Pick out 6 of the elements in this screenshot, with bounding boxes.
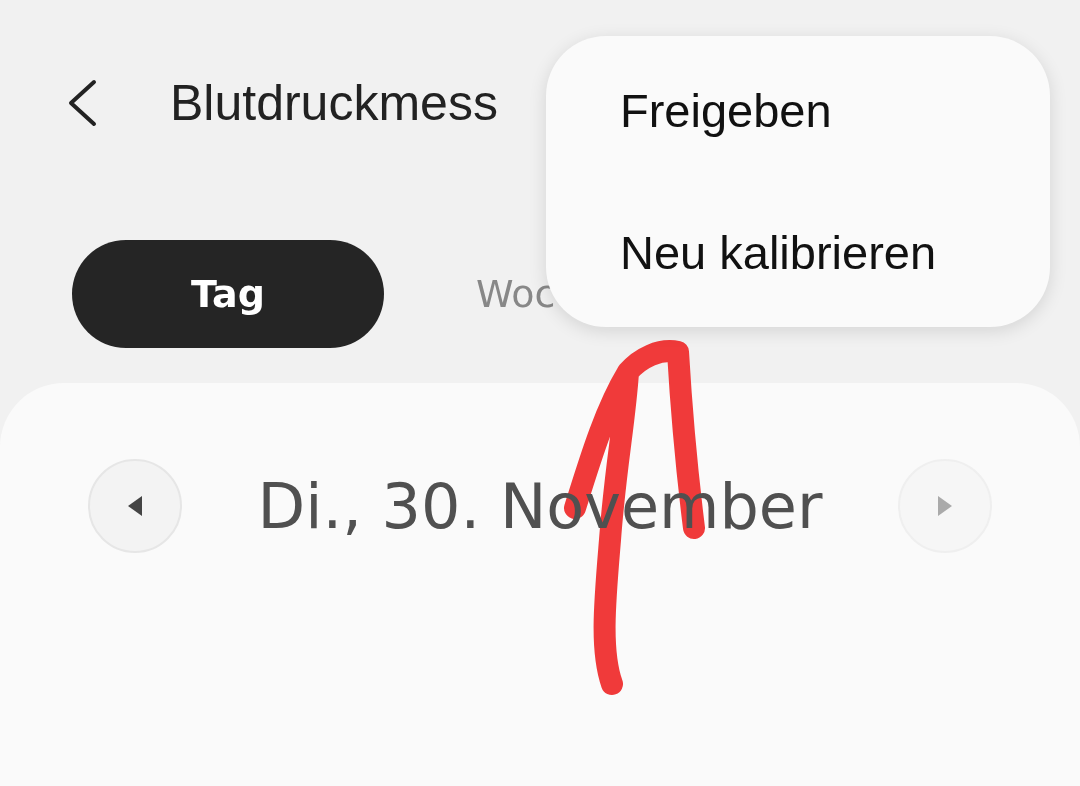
- left-triangle-icon: [127, 495, 143, 517]
- tab[interactable]: Tag: [72, 240, 384, 348]
- back-icon[interactable]: [66, 78, 98, 127]
- page-title: Blutdruckmess: [170, 73, 498, 132]
- menu-item[interactable]: Freigeben: [546, 83, 1050, 139]
- right-triangle-icon: [937, 495, 953, 517]
